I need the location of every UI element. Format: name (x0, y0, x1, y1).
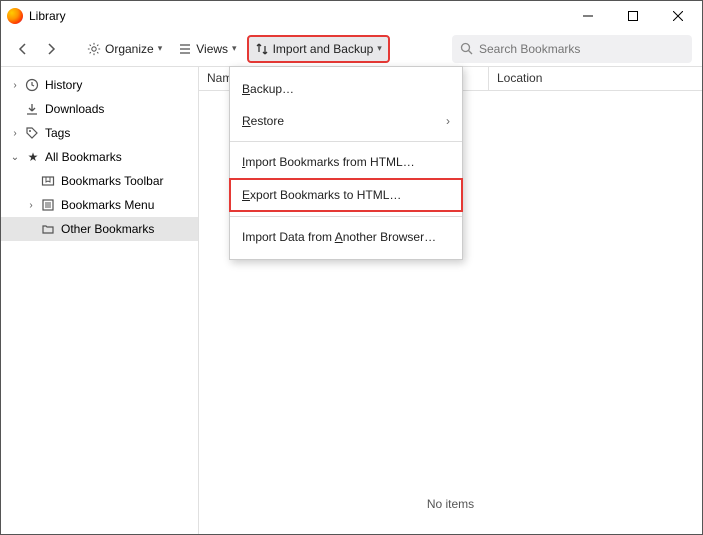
window-title: Library (29, 9, 66, 23)
views-label: Views (196, 42, 228, 56)
menu-item-backup[interactable]: Backup… (230, 73, 462, 105)
sidebar-item-label: Bookmarks Toolbar (61, 174, 164, 188)
sidebar-item-label: All Bookmarks (45, 150, 122, 164)
import-backup-label: Import and Backup (273, 42, 374, 56)
menu-item-label: Import Bookmarks from HTML… (242, 155, 415, 169)
collapse-icon[interactable]: ⌄ (9, 152, 21, 163)
gear-icon (87, 42, 101, 56)
firefox-icon (7, 8, 23, 24)
menu-item-restore[interactable]: Restore › (230, 105, 462, 137)
title-bar: Library (1, 1, 702, 31)
tag-icon (25, 126, 41, 140)
sidebar: › History Downloads › Tags ⌄ ★ All Bookm… (1, 67, 199, 534)
sidebar-item-history[interactable]: › History (1, 73, 198, 97)
menu-item-label: Export Bookmarks to HTML… (242, 188, 401, 202)
window-controls (565, 1, 700, 31)
sidebar-item-label: Other Bookmarks (61, 222, 154, 236)
window-title-container: Library (3, 8, 565, 24)
menu-item-label: Import Data from Another Browser… (242, 230, 436, 244)
search-box[interactable] (452, 35, 692, 63)
menu-separator (230, 141, 462, 142)
organize-button[interactable]: Organize ▾ (81, 35, 168, 63)
star-icon: ★ (25, 150, 41, 164)
chevron-right-icon: › (446, 114, 450, 128)
expand-icon[interactable]: › (9, 128, 21, 139)
import-export-icon (255, 42, 269, 56)
menu-separator (230, 216, 462, 217)
toolbar: Organize ▾ Views ▾ Import and Backup ▾ (1, 31, 702, 67)
chevron-down-icon: ▾ (377, 43, 382, 54)
sidebar-item-label: Bookmarks Menu (61, 198, 154, 212)
maximize-button[interactable] (610, 1, 655, 31)
sidebar-item-label: Downloads (45, 102, 104, 116)
list-icon (178, 42, 192, 56)
sidebar-item-downloads[interactable]: Downloads (1, 97, 198, 121)
sidebar-item-bookmarks-menu[interactable]: › Bookmarks Menu (1, 193, 198, 217)
expand-icon[interactable]: › (25, 200, 37, 211)
folder-icon (41, 222, 57, 236)
menu-item-label: Backup… (242, 82, 294, 96)
sidebar-item-label: History (45, 78, 82, 92)
import-backup-menu: Backup… Restore › Import Bookmarks from … (229, 66, 463, 260)
organize-label: Organize (105, 42, 154, 56)
empty-state: No items (427, 497, 474, 511)
menu-item-import-other[interactable]: Import Data from Another Browser… (230, 221, 462, 253)
search-input[interactable] (479, 42, 684, 56)
chevron-down-icon: ▾ (158, 43, 163, 54)
back-button[interactable] (11, 35, 35, 63)
download-icon (25, 102, 41, 116)
search-icon (460, 42, 473, 55)
forward-button[interactable] (39, 35, 63, 63)
sidebar-item-label: Tags (45, 126, 70, 140)
sidebar-item-all-bookmarks[interactable]: ⌄ ★ All Bookmarks (1, 145, 198, 169)
import-backup-button[interactable]: Import and Backup ▾ (247, 35, 390, 63)
views-button[interactable]: Views ▾ (172, 35, 242, 63)
expand-icon[interactable]: › (9, 80, 21, 91)
sidebar-item-other-bookmarks[interactable]: Other Bookmarks (1, 217, 198, 241)
sidebar-item-bookmarks-toolbar[interactable]: Bookmarks Toolbar (1, 169, 198, 193)
bookmark-menu-icon (41, 198, 57, 212)
column-header-location[interactable]: Location (489, 67, 702, 90)
sidebar-item-tags[interactable]: › Tags (1, 121, 198, 145)
minimize-button[interactable] (565, 1, 610, 31)
clock-icon (25, 78, 41, 92)
menu-item-export-html[interactable]: Export Bookmarks to HTML… (229, 178, 463, 212)
menu-item-import-html[interactable]: Import Bookmarks from HTML… (230, 146, 462, 178)
menu-item-label: Restore (242, 114, 284, 128)
close-button[interactable] (655, 1, 700, 31)
bookmark-toolbar-icon (41, 174, 57, 188)
chevron-down-icon: ▾ (232, 43, 237, 54)
